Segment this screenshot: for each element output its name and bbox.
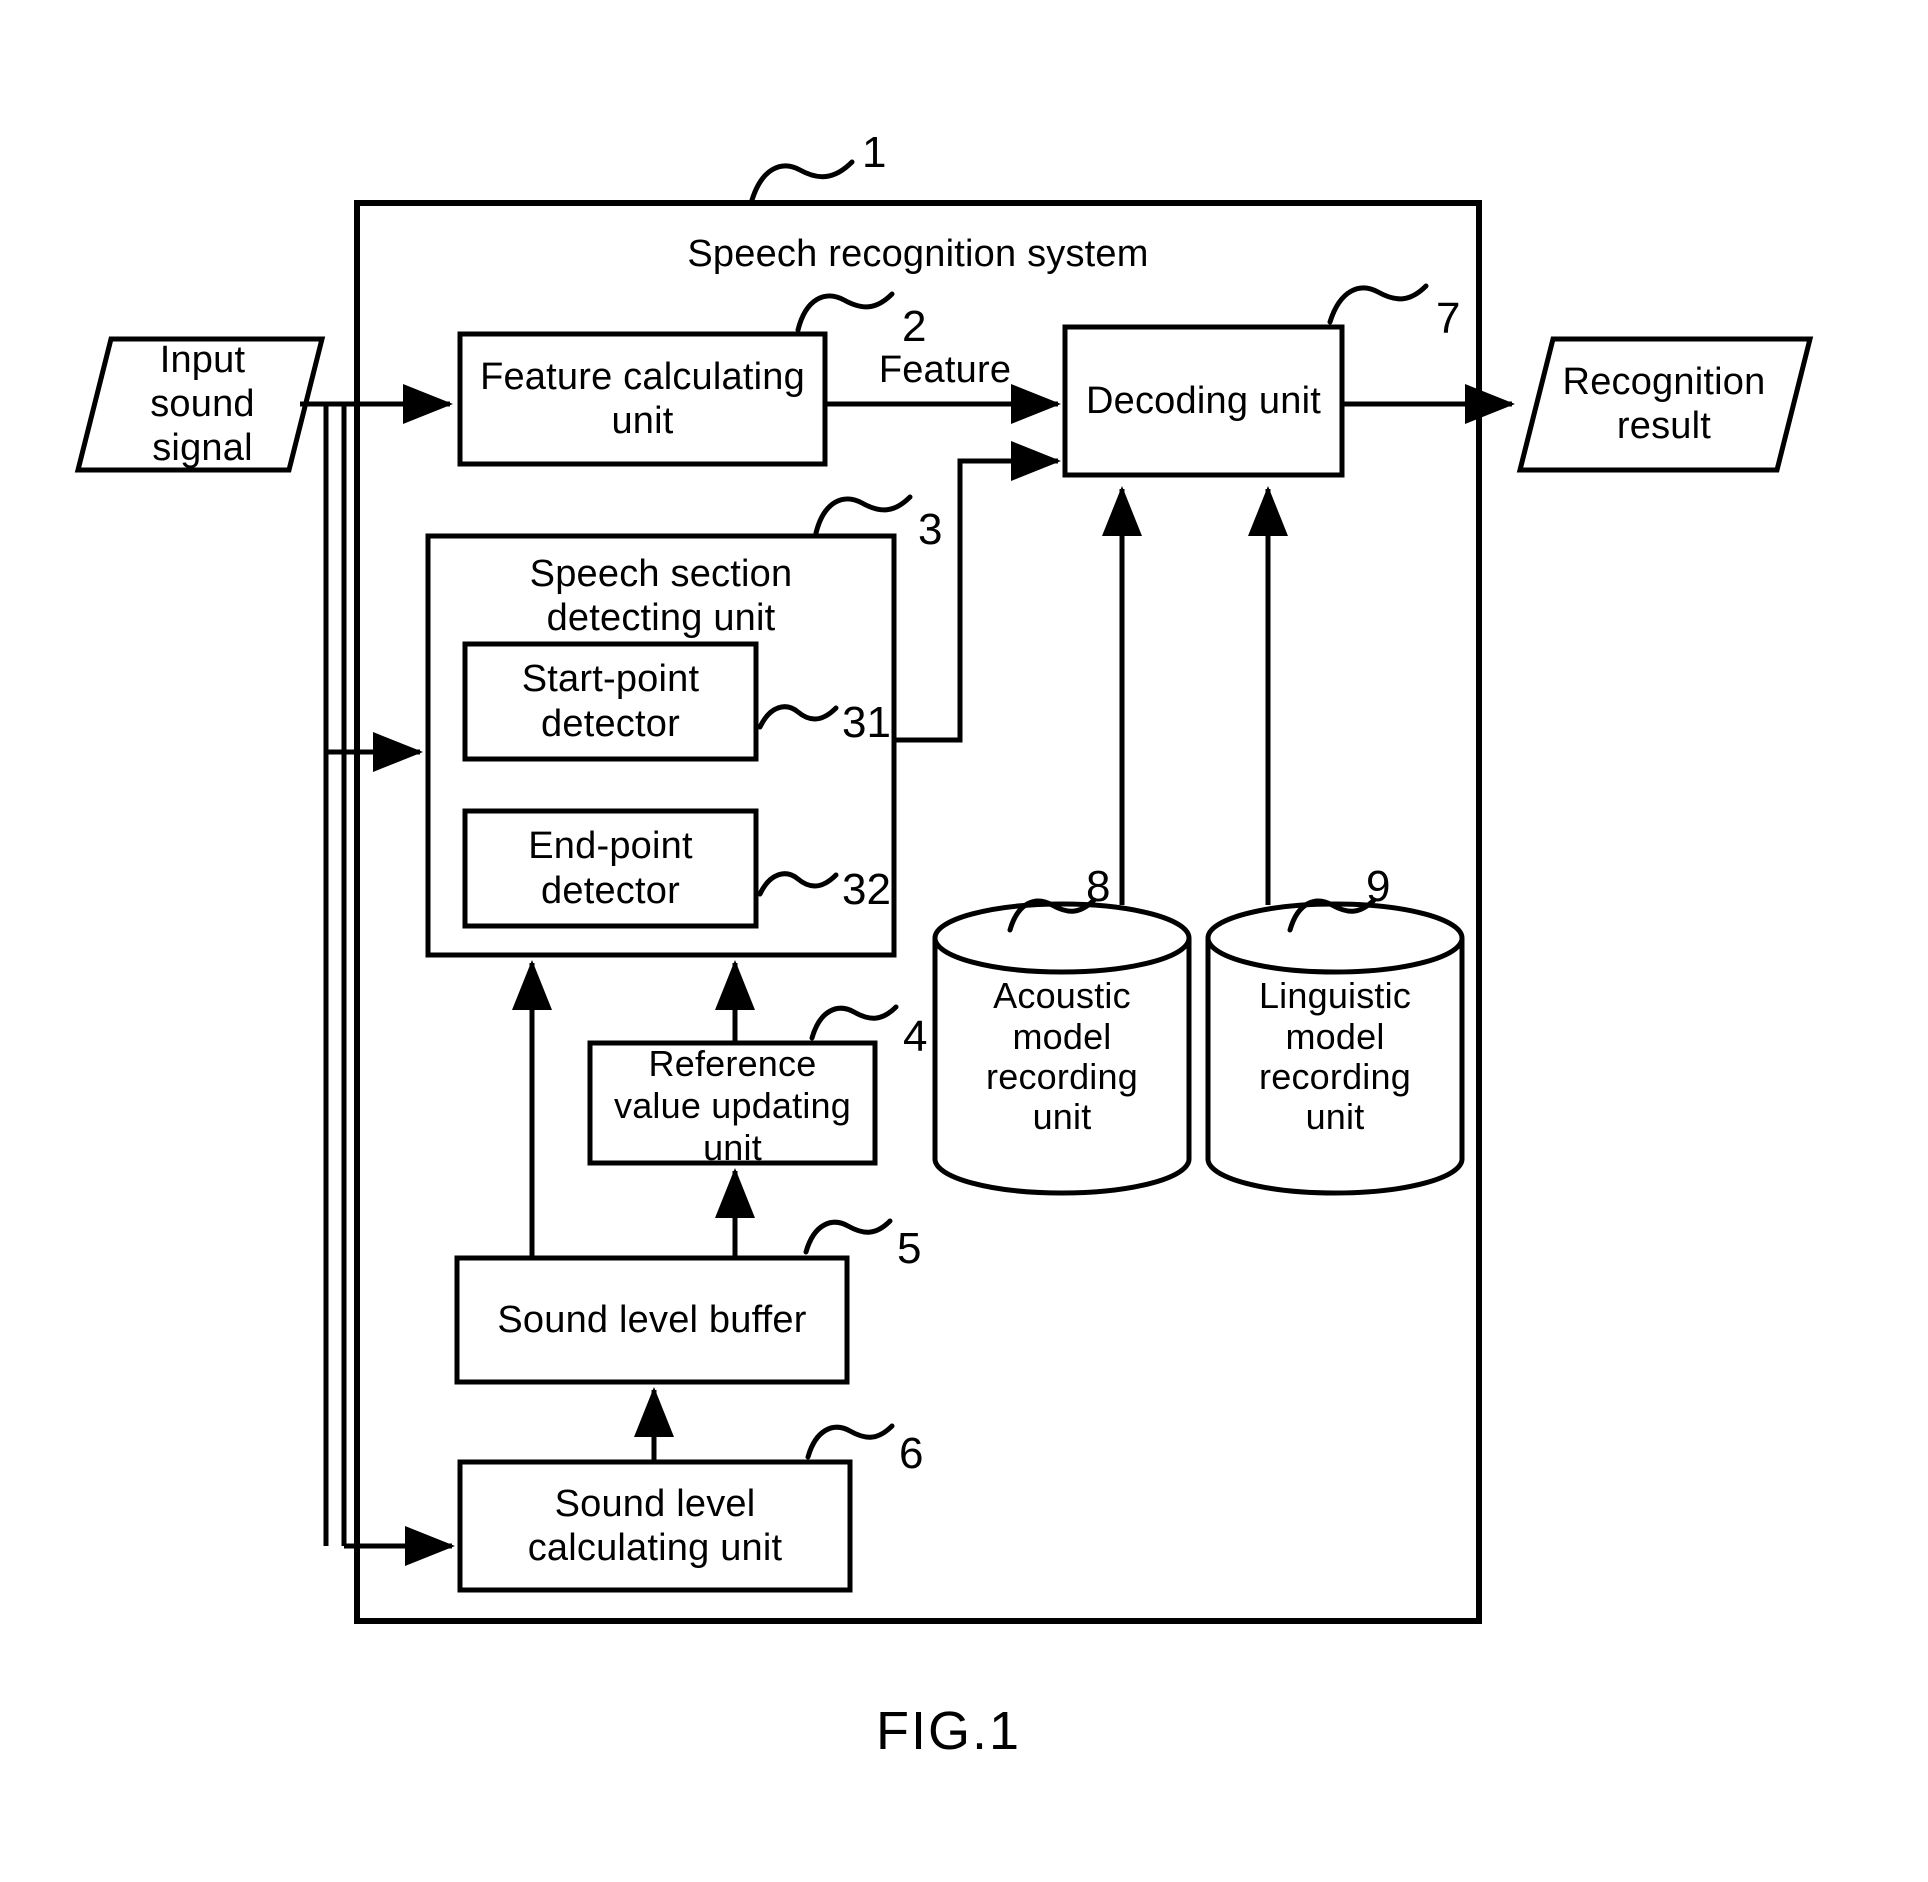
ref-number-5: 5 [897,1224,922,1273]
sound-level-calculating-unit-node[interactable] [460,1462,850,1590]
end-point-detector-node[interactable] [465,811,756,926]
feature-edge-label: Feature [878,348,1012,391]
ref-number-3: 3 [918,505,943,554]
reference-value-updating-unit-node[interactable] [590,1043,875,1163]
decoding-unit-node[interactable] [1065,327,1342,475]
linguistic-model-recording-unit-node[interactable] [1208,904,1462,1193]
recognition-result-node[interactable] [1520,339,1810,470]
sound-level-buffer-node[interactable] [457,1258,847,1382]
startpoint-to-decoding-path [893,441,1062,743]
ref-number-2: 2 [902,302,927,351]
input-sound-signal-node[interactable] [78,339,322,470]
ref-number-7: 7 [1436,294,1461,343]
ref-number-4: 4 [903,1012,928,1061]
ref-lead-1 [749,159,855,203]
ref-number-1: 1 [862,128,887,177]
ref-lead-6 [805,1423,895,1460]
system-title: Speech recognition system [687,232,1149,275]
feature-calculating-unit-node[interactable] [460,334,825,464]
ref-number-6: 6 [899,1429,924,1478]
figure-canvas: Speech recognition system 1 Input sound … [0,0,1928,1882]
ref-lead-5 [803,1218,893,1255]
ref-lead-4 [809,1004,899,1041]
ref-lead-2 [795,291,895,333]
acoustic-model-recording-unit-node[interactable] [935,904,1189,1193]
ref-lead-3 [813,494,913,536]
start-point-detector-node[interactable] [465,644,756,759]
ref-lead-7 [1327,283,1429,325]
figure-caption: FIG.1 [876,1701,1022,1761]
